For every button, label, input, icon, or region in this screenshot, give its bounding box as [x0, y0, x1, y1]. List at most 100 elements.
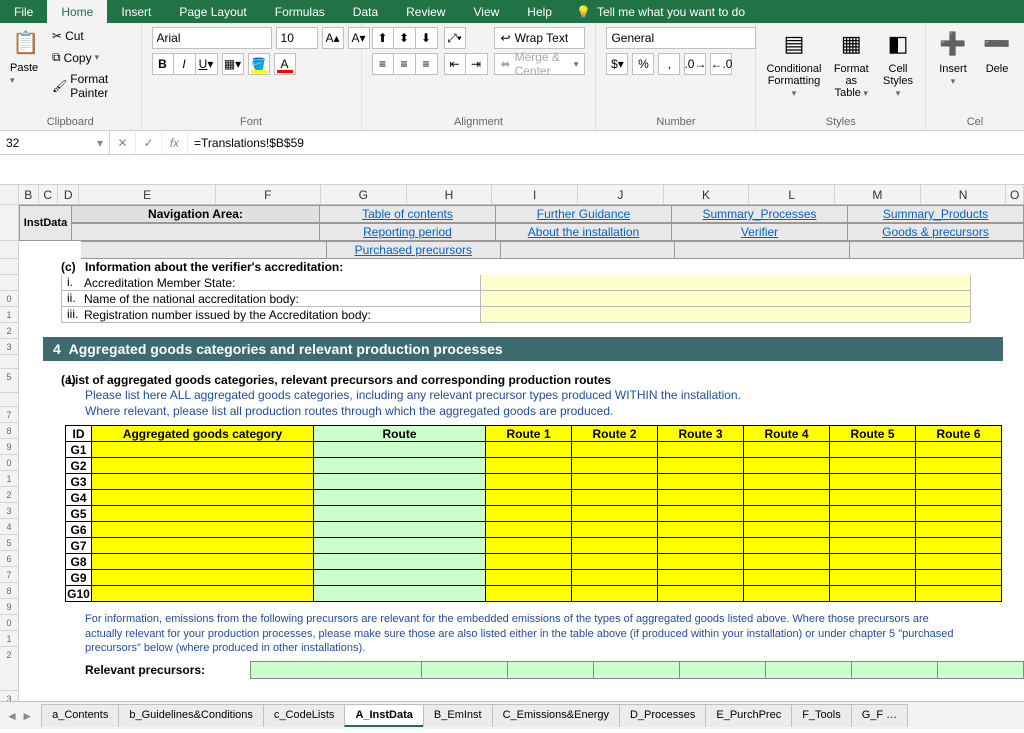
sheet-tab[interactable]: D_Processes — [619, 704, 706, 727]
cell-styles-icon: ◧ — [881, 27, 915, 61]
number-format-select[interactable] — [606, 27, 756, 49]
align-right-icon[interactable]: ≡ — [416, 53, 438, 75]
decrease-decimal-icon[interactable]: ←.0 — [710, 53, 732, 75]
percent-icon[interactable]: % — [632, 53, 654, 75]
goods-table[interactable]: IDAggregated goods categoryRouteRoute 1R… — [65, 425, 1002, 602]
align-bottom-icon[interactable]: ⬇ — [416, 27, 438, 49]
goods-row[interactable]: G3 — [66, 474, 1002, 490]
column-headers[interactable]: BCD EFG HIJ KLM NO — [19, 185, 1024, 205]
cancel-formula-icon[interactable]: ✕ — [110, 131, 136, 154]
formula-input[interactable] — [188, 131, 1024, 154]
goods-row[interactable]: G1 — [66, 442, 1002, 458]
fx-icon[interactable]: fx — [162, 131, 188, 154]
font-name-select[interactable] — [152, 27, 272, 49]
sheet-tab[interactable]: G_F … — [851, 704, 908, 727]
tell-me[interactable]: 💡Tell me what you want to do — [566, 0, 755, 23]
sheet-tab[interactable]: c_CodeLists — [263, 704, 346, 727]
group-font-label: Font — [152, 114, 351, 128]
row-headers[interactable]: 0123 5 789 01234 56789 01 2 34 — [0, 185, 19, 701]
sheet-tab[interactable]: E_PurchPrec — [705, 704, 792, 727]
goods-header: Route 3 — [658, 426, 744, 442]
goods-row[interactable]: G5 — [66, 506, 1002, 522]
relevant-precursors-cells[interactable] — [250, 661, 1024, 679]
paste-icon[interactable]: 📋 — [10, 27, 42, 59]
bold-button[interactable]: B — [152, 53, 174, 75]
copy-button[interactable]: ⧉Copy — [48, 48, 131, 67]
nav-purchased[interactable]: Purchased precursors — [327, 241, 501, 259]
relevant-precursors-row: Relevant precursors: — [85, 661, 1024, 679]
sheet-tab-bar: ◄ ► a_Contentsb_Guidelines&Conditionsc_C… — [0, 701, 1024, 729]
section-c-header: (c)Information about the verifier's accr… — [19, 259, 1024, 275]
nav-sum-prod[interactable]: Summary_Products — [848, 205, 1024, 223]
underline-button[interactable]: U▾ — [196, 53, 218, 75]
brush-icon: 🖌 — [52, 79, 67, 93]
align-middle-icon[interactable]: ⬍ — [394, 27, 416, 49]
increase-decimal-icon[interactable]: .0→ — [684, 53, 706, 75]
align-center-icon[interactable]: ≡ — [394, 53, 416, 75]
goods-row[interactable]: G4 — [66, 490, 1002, 506]
sheet-tab[interactable]: B_EmInst — [423, 704, 493, 727]
increase-font-icon[interactable]: A▴ — [322, 27, 344, 49]
borders-button[interactable]: ▦▾ — [222, 53, 244, 75]
comma-icon[interactable]: , — [658, 53, 680, 75]
orientation-icon[interactable]: ⤢▾ — [444, 27, 466, 49]
wrap-text-button[interactable]: ↩Wrap Text — [494, 27, 586, 49]
cell-styles-button[interactable]: ◧Cell Styles — [881, 27, 915, 99]
nav-about[interactable]: About the installation — [496, 223, 672, 241]
font-size-select[interactable] — [276, 27, 318, 49]
format-as-table-button[interactable]: ▦Format as Table — [832, 27, 872, 99]
align-top-icon[interactable]: ⬆ — [372, 27, 394, 49]
increase-indent-icon[interactable]: ⇥ — [466, 53, 488, 75]
tab-page-layout[interactable]: Page Layout — [165, 0, 260, 23]
goods-header: ID — [66, 426, 92, 442]
sheet-tab[interactable]: C_Emissions&Energy — [492, 704, 620, 727]
sheet-tab[interactable]: F_Tools — [791, 704, 852, 727]
goods-row[interactable]: G7 — [66, 538, 1002, 554]
insert-cells-button[interactable]: ➕Insert — [936, 27, 970, 87]
tab-file[interactable]: File — [0, 0, 47, 23]
group-alignment-label: Alignment — [372, 114, 586, 128]
accept-formula-icon[interactable]: ✓ — [136, 131, 162, 154]
nav-toc[interactable]: Table of contents — [320, 205, 496, 223]
tab-review[interactable]: Review — [392, 0, 459, 23]
nav-sum-proc[interactable]: Summary_Processes — [672, 205, 848, 223]
sheet-nav-arrows[interactable]: ◄ ► — [6, 709, 33, 723]
font-color-button[interactable]: A — [274, 53, 296, 75]
accreditation-row: ii.Name of the national accreditation bo… — [61, 291, 1024, 307]
goods-row[interactable]: G10 — [66, 586, 1002, 602]
goods-row[interactable]: G8 — [66, 554, 1002, 570]
merge-center-button[interactable]: ⬌Merge & Center — [494, 53, 586, 75]
goods-row[interactable]: G9 — [66, 570, 1002, 586]
sheet-tab[interactable]: b_Guidelines&Conditions — [118, 704, 264, 727]
fill-color-button[interactable]: 🪣 — [248, 53, 270, 75]
tab-data[interactable]: Data — [339, 0, 392, 23]
cut-button[interactable]: ✂Cut — [48, 27, 131, 45]
tab-formulas[interactable]: Formulas — [261, 0, 339, 23]
conditional-formatting-button[interactable]: ▤Conditional Formatting — [766, 27, 821, 99]
sheet-tab[interactable]: a_Contents — [41, 704, 119, 727]
delete-cells-button[interactable]: ➖Dele — [980, 27, 1014, 75]
currency-icon[interactable]: $▾ — [606, 53, 628, 75]
tab-home[interactable]: Home — [47, 0, 107, 23]
format-painter-button[interactable]: 🖌Format Painter — [48, 70, 131, 102]
formula-bar: 32▾ ✕ ✓ fx — [0, 131, 1024, 155]
nav-verifier[interactable]: Verifier — [672, 223, 848, 241]
nav-reporting[interactable]: Reporting period — [320, 223, 496, 241]
tab-insert[interactable]: Insert — [107, 0, 165, 23]
tab-view[interactable]: View — [460, 0, 514, 23]
nav-guidance[interactable]: Further Guidance — [496, 205, 672, 223]
paste-button[interactable]: Paste — [10, 62, 42, 86]
tab-help[interactable]: Help — [513, 0, 566, 23]
sheet-tab[interactable]: A_InstData — [344, 704, 423, 727]
nav-goods[interactable]: Goods & precursors — [848, 223, 1024, 241]
worksheet-content[interactable]: InstData Navigation Area: Table of conte… — [19, 205, 1024, 679]
decrease-indent-icon[interactable]: ⇤ — [444, 53, 466, 75]
goods-header: Aggregated goods category — [92, 426, 314, 442]
italic-button[interactable]: I — [174, 53, 196, 75]
goods-row[interactable]: G6 — [66, 522, 1002, 538]
name-box[interactable]: 32▾ — [0, 131, 110, 154]
section-a-header: (a) List of aggregated goods categories,… — [85, 373, 1024, 387]
section-4-banner: 4 Aggregated goods categories and releva… — [43, 337, 1003, 361]
align-left-icon[interactable]: ≡ — [372, 53, 394, 75]
goods-row[interactable]: G2 — [66, 458, 1002, 474]
